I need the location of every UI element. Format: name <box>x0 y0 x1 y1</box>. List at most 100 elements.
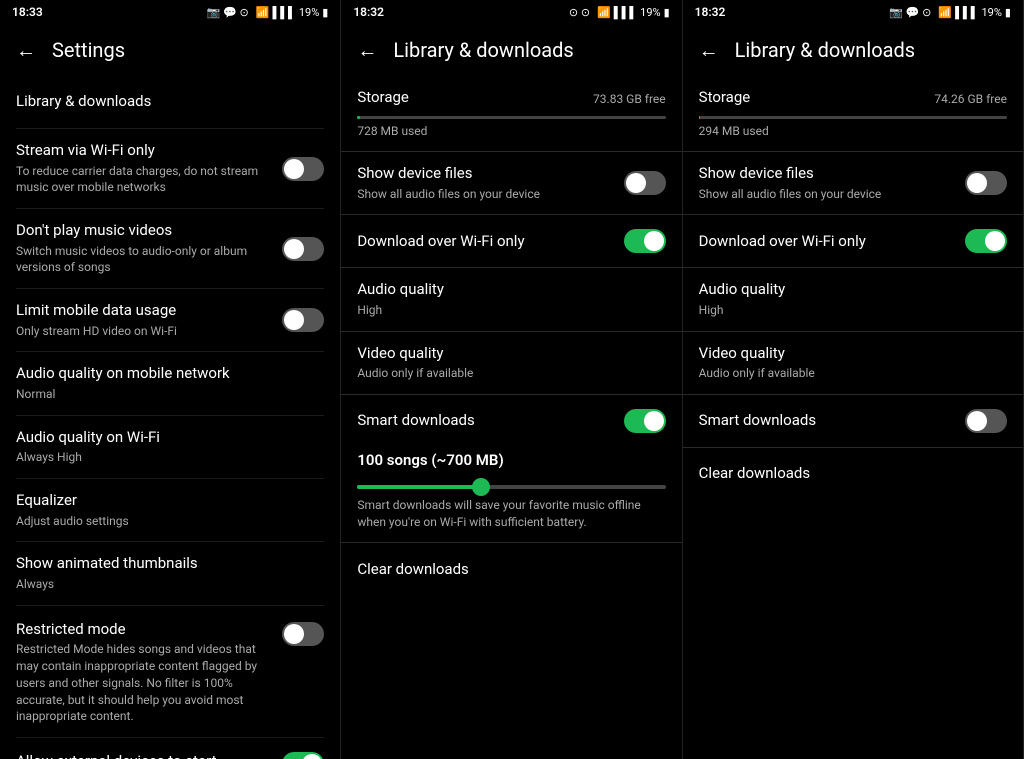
toggle-smart-downloads-1[interactable] <box>624 409 666 433</box>
status-icons-1: 📷 💬 ⊙ 📶 ▌▌▌ 19%▮ <box>207 6 329 19</box>
sidebar-item-audio-wifi[interactable]: Audio quality on Wi-Fi Always High <box>0 416 340 478</box>
list-item-video-quality[interactable]: Video quality Audio only if available <box>341 332 681 394</box>
sub-show-device: Show all audio files on your device <box>357 186 615 203</box>
title-video-quality-2: Video quality <box>699 344 999 364</box>
panel-settings: 18:33 📷 💬 ⊙ 📶 ▌▌▌ 19%▮ ← Settings Librar… <box>0 0 341 759</box>
library-list-1: Storage 73.83 GB free 728 MB used Show d… <box>341 76 681 759</box>
panel-library-downloads-1: 18:32 ⊙ ⊙ 📶 ▌▌▌ 19%▮ ← Library & downloa… <box>341 0 682 759</box>
status-icons-3: 📷 💬 ⊙ 📶 ▌▌▌ 19%▮ <box>889 6 1011 19</box>
title-download-wifi: Download over Wi-Fi only <box>357 232 615 252</box>
title-clear-downloads-2: Clear downloads <box>699 464 999 484</box>
toggle-show-device-2[interactable] <box>965 171 1007 195</box>
storage-bar-fill-1 <box>357 116 360 119</box>
item-sub-limit: Only stream HD video on Wi-Fi <box>16 323 274 340</box>
back-button-2[interactable]: ← <box>357 38 377 63</box>
settings-list: Library & downloads Stream via Wi-Fi onl… <box>0 76 340 759</box>
status-bar-3: 18:32 📷 💬 ⊙ 📶 ▌▌▌ 19%▮ <box>683 0 1023 24</box>
sub-audio-quality-2: High <box>699 302 999 319</box>
item-title-limit: Limit mobile data usage <box>16 301 274 321</box>
title-download-wifi-2: Download over Wi-Fi only <box>699 232 957 252</box>
status-time-3: 18:32 <box>695 5 726 19</box>
sidebar-item-library[interactable]: Library & downloads <box>0 76 340 128</box>
list-item-audio-quality-2[interactable]: Audio quality High <box>683 268 1023 330</box>
sidebar-item-audio-mobile[interactable]: Audio quality on mobile network Normal <box>0 352 340 414</box>
clear-downloads-button-2[interactable]: Clear downloads <box>683 448 1023 500</box>
signal-icon-1: ▌▌▌ <box>272 6 295 19</box>
sidebar-item-external[interactable]: Allow external devices to start playback… <box>0 738 340 759</box>
storage-free-2: 74.26 GB free <box>934 92 1007 106</box>
item-title-videos: Don't play music videos <box>16 221 274 241</box>
item-title-library: Library & downloads <box>16 92 316 112</box>
list-item-download-wifi-2[interactable]: Download over Wi-Fi only <box>683 215 1023 267</box>
toggle-restricted[interactable] <box>282 622 324 646</box>
notification-icons-1: 📷 💬 ⊙ <box>207 6 249 19</box>
toggle-limit-data[interactable] <box>282 308 324 332</box>
toggle-download-wifi-2[interactable] <box>965 229 1007 253</box>
toggle-stream-wifi[interactable] <box>282 157 324 181</box>
wifi-icon-1: 📶 <box>256 6 270 19</box>
item-title-thumbnails: Show animated thumbnails <box>16 554 316 574</box>
status-time-2: 18:32 <box>353 5 384 19</box>
slider-track[interactable] <box>357 485 665 489</box>
slider-fill <box>357 485 480 489</box>
storage-bar-bg-2 <box>699 116 1007 119</box>
storage-label-2: Storage <box>699 88 751 106</box>
sidebar-item-equalizer[interactable]: Equalizer Adjust audio settings <box>0 479 340 541</box>
back-button-3[interactable]: ← <box>699 38 719 63</box>
list-item-audio-quality[interactable]: Audio quality High <box>341 268 681 330</box>
status-bar-2: 18:32 ⊙ ⊙ 📶 ▌▌▌ 19%▮ <box>341 0 681 24</box>
title-video-quality: Video quality <box>357 344 657 364</box>
list-item-show-device-2[interactable]: Show device files Show all audio files o… <box>683 152 1023 214</box>
item-sub-videos: Switch music videos to audio-only or alb… <box>16 243 274 277</box>
slider-hint: Smart downloads will save your favorite … <box>357 497 665 531</box>
list-item-download-wifi[interactable]: Download over Wi-Fi only <box>341 215 681 267</box>
toggle-smart-downloads-2[interactable] <box>965 409 1007 433</box>
title-audio-quality: Audio quality <box>357 280 657 300</box>
page-title-3: Library & downloads <box>735 38 915 62</box>
storage-free-1: 73.83 GB free <box>593 92 666 106</box>
list-item-smart-downloads-2[interactable]: Smart downloads <box>683 395 1023 447</box>
title-show-device: Show device files <box>357 164 615 184</box>
item-title-external: Allow external devices to start playback <box>16 752 274 759</box>
page-title-2: Library & downloads <box>393 38 573 62</box>
status-time-1: 18:33 <box>12 5 43 19</box>
battery-3: 19% <box>982 6 1002 19</box>
list-item-video-quality-2[interactable]: Video quality Audio only if available <box>683 332 1023 394</box>
item-title-equalizer: Equalizer <box>16 491 316 511</box>
slider-thumb[interactable] <box>472 478 490 496</box>
toggle-music-videos[interactable] <box>282 237 324 261</box>
toggle-show-device[interactable] <box>624 171 666 195</box>
storage-label-1: Storage <box>357 88 409 106</box>
sidebar-item-stream-wifi[interactable]: Stream via Wi-Fi only To reduce carrier … <box>0 129 340 208</box>
list-item-show-device[interactable]: Show device files Show all audio files o… <box>341 152 681 214</box>
item-sub-audio-mobile: Normal <box>16 386 316 403</box>
signal-icon-3: ▌▌▌ <box>955 6 978 19</box>
sidebar-item-music-videos[interactable]: Don't play music videos Switch music vid… <box>0 209 340 288</box>
sidebar-item-limit-data[interactable]: Limit mobile data usage Only stream HD v… <box>0 289 340 351</box>
page-title-1: Settings <box>52 38 125 62</box>
header-2: ← Library & downloads <box>341 24 681 76</box>
back-button-1[interactable]: ← <box>16 38 36 63</box>
clear-downloads-button-1[interactable]: Clear downloads <box>341 543 681 595</box>
storage-used-1: 728 MB used <box>357 124 427 138</box>
item-sub-equalizer: Adjust audio settings <box>16 513 316 530</box>
notification-icons-2: ⊙ ⊙ <box>569 6 590 19</box>
title-smart-downloads-2: Smart downloads <box>699 411 957 431</box>
sidebar-item-restricted[interactable]: Restricted mode Restricted Mode hides so… <box>0 606 340 737</box>
item-title-stream: Stream via Wi-Fi only <box>16 141 274 161</box>
title-smart-downloads-1: Smart downloads <box>357 411 615 431</box>
storage-used-2: 294 MB used <box>699 124 769 138</box>
wifi-icon-2: 📶 <box>597 6 611 19</box>
toggle-external[interactable] <box>282 752 324 759</box>
storage-section-1: Storage 73.83 GB free 728 MB used <box>341 76 681 151</box>
sidebar-item-thumbnails[interactable]: Show animated thumbnails Always <box>0 542 340 604</box>
battery-2: 19% <box>640 6 660 19</box>
slider-label: 100 songs (~700 MB) <box>357 451 665 469</box>
notification-icons-3: 📷 💬 ⊙ <box>889 6 931 19</box>
item-title-restricted: Restricted mode <box>16 620 274 640</box>
list-item-smart-downloads-1[interactable]: Smart downloads <box>341 395 681 447</box>
item-sub-thumbnails: Always <box>16 576 316 593</box>
toggle-download-wifi[interactable] <box>624 229 666 253</box>
signal-icon-2: ▌▌▌ <box>614 6 637 19</box>
sub-show-device-2: Show all audio files on your device <box>699 186 957 203</box>
